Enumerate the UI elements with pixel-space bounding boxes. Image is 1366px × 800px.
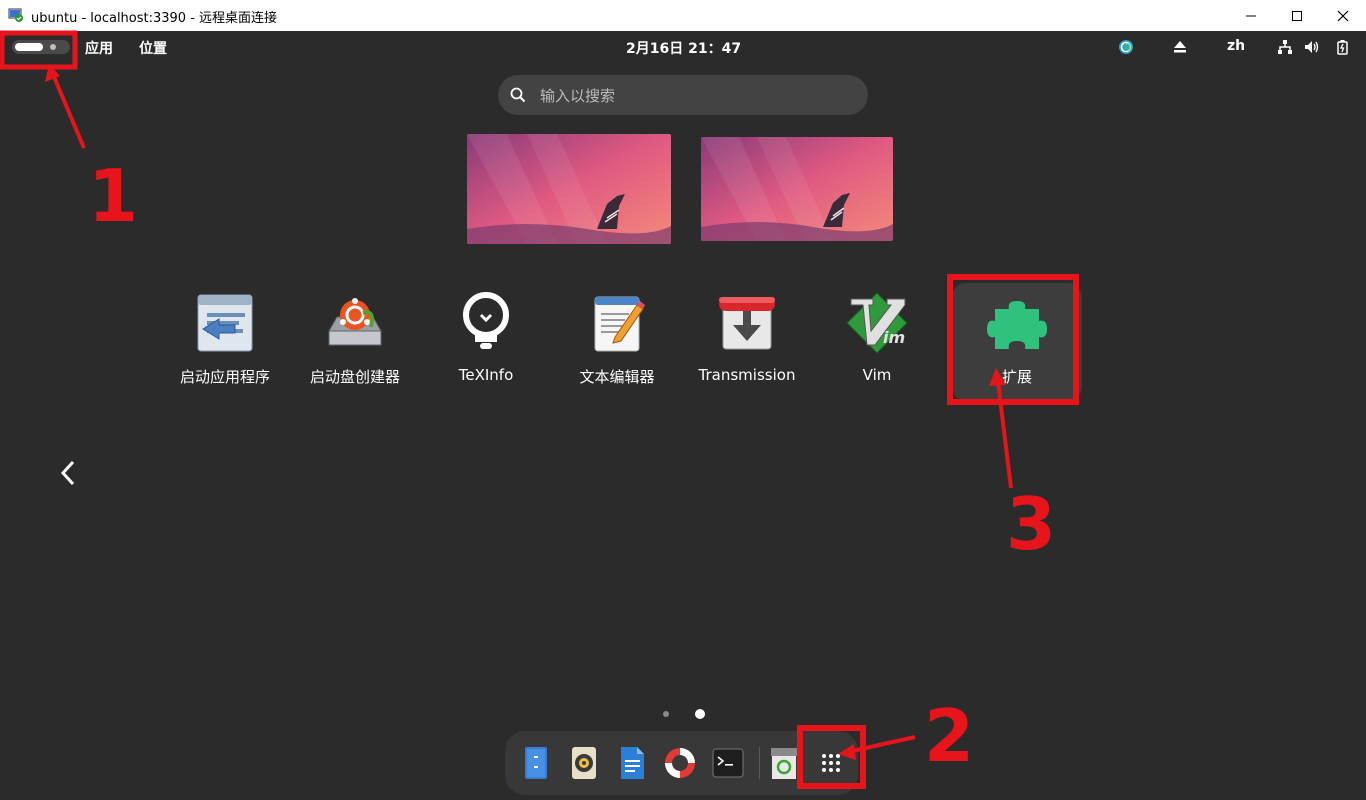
annotation-label-3: 3 <box>1006 482 1057 566</box>
app-label: TeXInfo <box>458 366 514 384</box>
svg-text:im: im <box>883 328 905 347</box>
clock[interactable]: 2月16日 21：47 <box>626 38 741 58</box>
minimize-icon <box>1246 15 1256 16</box>
maximize-button[interactable] <box>1274 0 1320 31</box>
app-texinfo[interactable]: TeXInfo <box>421 283 551 401</box>
minimize-button[interactable] <box>1228 0 1274 31</box>
trash-icon[interactable] <box>765 744 803 782</box>
app-label: Vim <box>862 366 892 384</box>
workspace-thumbnail-2[interactable] <box>701 137 893 241</box>
text-editor-icon <box>594 296 645 352</box>
rhythmbox-icon[interactable] <box>565 744 603 782</box>
app-label: Transmission <box>698 366 796 384</box>
gnome-top-bar: 应用 位置 2月16日 21：47 zh <box>0 31 1366 63</box>
app-label: 扩展 <box>1001 368 1032 386</box>
app-label: 启动盘创建器 <box>309 368 400 386</box>
wallpaper-image <box>467 134 671 244</box>
app-label: 文本编辑器 <box>579 368 655 386</box>
update-icon[interactable] <box>1118 39 1134 55</box>
app-startup-applications[interactable]: 启动应用程序 <box>160 283 290 401</box>
annotation-arrow-1 <box>50 71 86 149</box>
app-transmission[interactable]: Transmission <box>682 283 812 401</box>
annotation-arrow-2 <box>847 735 916 754</box>
window-title: ubuntu - localhost:3390 - 远程桌面连接 <box>31 11 278 26</box>
app-usb-creator[interactable]: 启动盘创建器 <box>290 283 420 401</box>
network-icon[interactable] <box>1277 39 1293 55</box>
maximize-icon <box>1292 10 1302 21</box>
search-bar[interactable] <box>498 75 868 117</box>
writer-icon[interactable] <box>613 744 651 782</box>
rdp-window-titlebar: ubuntu - localhost:3390 - 远程桌面连接 <box>0 0 1366 32</box>
wallpaper-image <box>701 137 893 241</box>
help-icon[interactable] <box>661 744 699 782</box>
remote-desktop-icon <box>8 8 23 22</box>
close-button[interactable] <box>1320 0 1366 31</box>
annotation-arrowhead-1 <box>45 64 60 82</box>
files-icon[interactable] <box>517 744 555 782</box>
usb-creator-icon <box>328 298 382 346</box>
activities-button[interactable] <box>12 40 70 54</box>
volume-icon[interactable] <box>1304 39 1320 55</box>
transmission-icon <box>719 297 775 350</box>
show-apps-icon[interactable] <box>812 744 850 782</box>
lightbulb-icon <box>463 292 509 349</box>
terminal-icon[interactable] <box>709 744 747 782</box>
input-language-indicator[interactable]: zh <box>1227 38 1245 54</box>
dock <box>505 731 858 795</box>
vim-icon: im <box>846 292 908 354</box>
close-icon <box>1337 10 1349 21</box>
inactive-workspace-indicator <box>50 44 56 50</box>
annotation-label-1: 1 <box>88 154 139 238</box>
search-icon <box>510 87 526 103</box>
active-workspace-indicator <box>15 43 43 51</box>
app-vim[interactable]: im Vim <box>812 283 942 401</box>
puzzle-icon <box>987 301 1047 349</box>
startup-apps-icon <box>197 294 253 352</box>
previous-page-chevron-icon[interactable] <box>58 458 78 488</box>
app-extensions[interactable]: 扩展 <box>952 283 1082 401</box>
search-input[interactable] <box>538 75 842 117</box>
page-indicator-1[interactable] <box>663 711 669 717</box>
dock-separator <box>759 747 760 779</box>
applications-menu[interactable]: 应用 <box>85 38 113 58</box>
page-indicator-2[interactable] <box>695 709 705 719</box>
workspace-thumbnail-1[interactable] <box>467 134 671 244</box>
app-text-editor[interactable]: 文本编辑器 <box>552 283 682 401</box>
annotation-label-2: 2 <box>924 694 975 778</box>
app-label: 启动应用程序 <box>179 368 270 386</box>
eject-icon[interactable] <box>1172 39 1188 55</box>
places-menu[interactable]: 位置 <box>139 38 167 58</box>
battery-icon[interactable] <box>1334 39 1350 55</box>
